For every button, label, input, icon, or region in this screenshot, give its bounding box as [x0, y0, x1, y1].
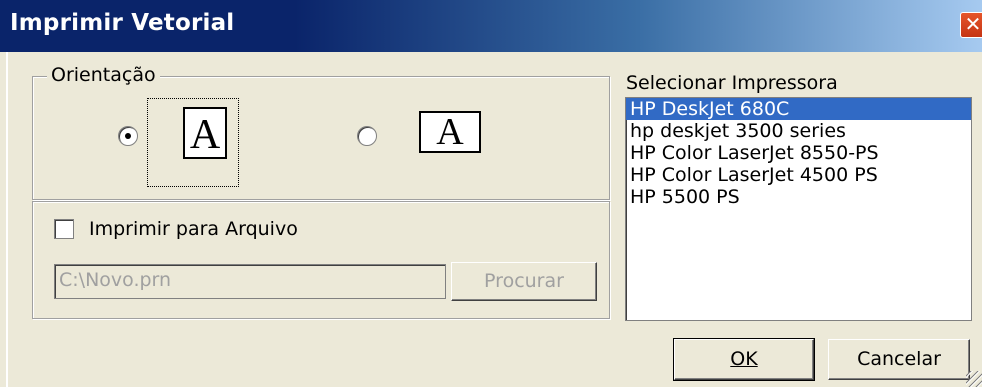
- ok-label: OK: [730, 348, 758, 370]
- printer-listbox[interactable]: HP DeskJet 680C hp deskjet 3500 series HP …: [625, 97, 972, 321]
- landscape-page-icon[interactable]: A: [419, 111, 481, 153]
- select-printer-label: Selecionar Impressora: [626, 72, 838, 94]
- ok-button[interactable]: OK: [673, 338, 815, 381]
- printer-list-item[interactable]: HP Color LaserJet 8550-PS: [626, 142, 971, 164]
- printer-list-item[interactable]: HP Color LaserJet 4500 PS: [626, 164, 971, 186]
- portrait-page-icon[interactable]: A: [183, 107, 227, 159]
- window-title: Imprimir Vetorial: [10, 10, 235, 36]
- print-to-file-label[interactable]: Imprimir para Arquivo: [89, 218, 298, 240]
- file-path-field[interactable]: C:\Novo.prn: [54, 264, 446, 299]
- printer-list-item[interactable]: HP DeskJet 680C: [626, 98, 971, 120]
- orientation-group: Orientação A A: [32, 64, 610, 200]
- title-bar[interactable]: Imprimir Vetorial ✕: [0, 0, 982, 52]
- dialog-body: Orientação A A Imprimir para Arquivo C:\…: [6, 52, 982, 387]
- portrait-letter: A: [189, 112, 221, 158]
- print-to-file-group: Imprimir para Arquivo C:\Novo.prn Procur…: [32, 201, 610, 319]
- browse-button[interactable]: Procurar: [451, 262, 597, 301]
- radio-selected-dot: [125, 133, 131, 139]
- orientation-legend: Orientação: [47, 64, 160, 86]
- resize-grip-icon[interactable]: [966, 371, 982, 387]
- printer-list-item[interactable]: hp deskjet 3500 series: [626, 120, 971, 142]
- print-to-file-checkbox[interactable]: [54, 219, 74, 239]
- print-dialog: Imprimir Vetorial ✕ Orientação A A Impri…: [0, 0, 982, 387]
- close-icon[interactable]: ✕: [960, 12, 982, 38]
- printer-list-item[interactable]: HP 5500 PS: [626, 186, 971, 208]
- cancel-label: Cancelar: [857, 348, 941, 370]
- cancel-button[interactable]: Cancelar: [828, 339, 970, 380]
- portrait-radio[interactable]: [118, 126, 138, 146]
- landscape-letter: A: [436, 111, 464, 153]
- landscape-radio[interactable]: [357, 126, 377, 146]
